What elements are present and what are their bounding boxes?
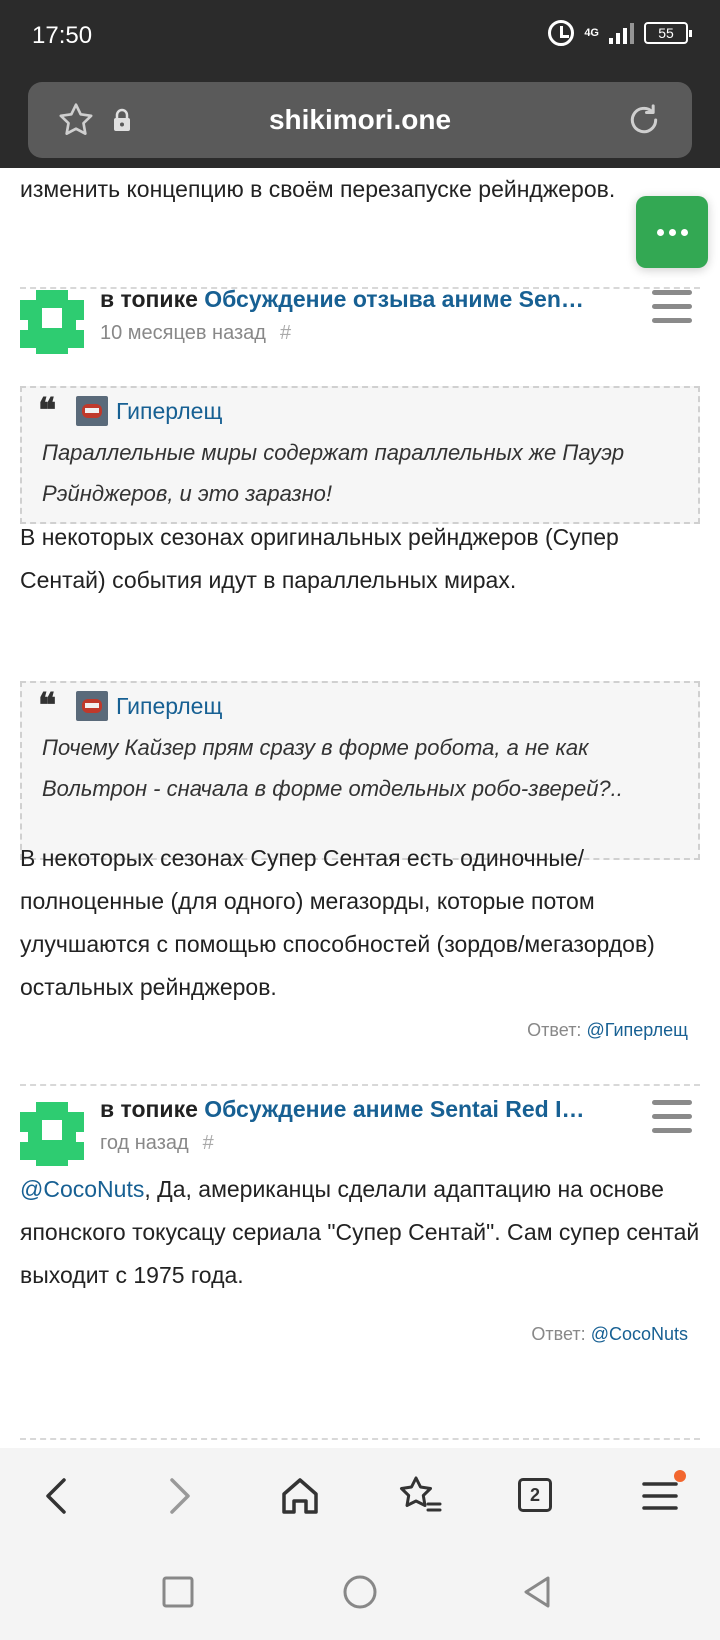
status-icons: 4G 55 (548, 20, 692, 46)
tabs-button[interactable]: 2 (512, 1468, 568, 1524)
topic-link[interactable]: Обсуждение аниме Sentai Red I… (204, 1096, 584, 1122)
comment-separator (20, 1438, 700, 1440)
dot-icon (668, 228, 676, 236)
reply-user-link[interactable]: @CocoNuts (591, 1324, 688, 1344)
dot-icon (680, 228, 688, 236)
comment-time[interactable]: год назад (100, 1132, 189, 1154)
system-back-icon[interactable] (518, 1572, 558, 1612)
more-options-button[interactable] (636, 196, 708, 268)
quote-text: Параллельные миры содержат параллельных … (42, 440, 625, 506)
avatar[interactable] (20, 290, 84, 354)
comment-menu-icon[interactable] (652, 290, 692, 324)
system-navigation-bar (0, 1544, 720, 1640)
reply-label: Ответ: (527, 1020, 582, 1040)
mention-link[interactable]: @CocoNuts (20, 1176, 144, 1202)
quote-marks-icon: ❝ (38, 686, 57, 726)
quote-user-link[interactable]: Гиперлещ (116, 693, 222, 720)
comment-time[interactable]: 10 месяцев назад (100, 322, 266, 344)
quote-header: ❝ Гиперлещ (38, 686, 222, 726)
comment-meta: год назад # (100, 1132, 214, 1155)
home-icon[interactable] (272, 1468, 328, 1524)
browser-top: 17:50 4G 55 shikimori.one (0, 0, 720, 168)
reply-line: Ответ: @Гиперлещ (527, 1020, 688, 1041)
quote-user-link[interactable]: Гиперлещ (116, 398, 222, 425)
home-circle-icon[interactable] (340, 1572, 380, 1612)
signal-icon (609, 22, 634, 44)
back-icon[interactable] (30, 1468, 86, 1524)
reply-label: Ответ: (531, 1324, 586, 1344)
browser-menu-icon[interactable] (632, 1468, 688, 1524)
alarm-icon (548, 20, 575, 46)
permalink-hash[interactable]: # (203, 1132, 214, 1154)
quote-header: ❝ Гиперлещ (38, 391, 222, 431)
quote-avatar[interactable] (76, 691, 108, 721)
network-type: 4G (584, 26, 599, 39)
quote-text: Почему Кайзер прям сразу в форме робота,… (42, 735, 623, 801)
comment-text-intro: изменить концепцию в своём перезапуске р… (20, 176, 616, 202)
reply-user-link[interactable]: @Гиперлещ (586, 1020, 688, 1040)
quote-avatar[interactable] (76, 396, 108, 426)
bookmarks-icon[interactable] (392, 1468, 448, 1524)
reload-icon[interactable] (624, 100, 664, 140)
address-bar[interactable]: shikimori.one (28, 82, 692, 158)
battery-icon: 55 (644, 22, 692, 44)
topic-link[interactable]: Обсуждение отзыва аниме Sen… (204, 286, 584, 312)
reply-line: Ответ: @CocoNuts (531, 1324, 688, 1345)
comment-text: @CocoNuts, Да, американцы сделали адапта… (20, 1168, 700, 1297)
recents-icon[interactable] (160, 1574, 196, 1610)
comment-menu-icon[interactable] (652, 1100, 692, 1134)
tabs-count: 2 (518, 1478, 552, 1512)
comment-meta: 10 месяцев назад # (100, 322, 291, 345)
dot-icon (656, 228, 664, 236)
quote-marks-icon: ❝ (38, 391, 57, 431)
comment-topic: в топике Обсуждение отзыва аниме Sen… (100, 286, 620, 313)
comment-text: В некоторых сезонах Супер Сентая есть од… (20, 845, 655, 1000)
topic-prefix: в топике (100, 286, 198, 312)
browser-bottom-bar: 2 (0, 1448, 720, 1544)
comment-separator (20, 1084, 700, 1086)
page-content: изменить концепцию в своём перезапуске р… (0, 168, 720, 1448)
quote-block: ❝ Гиперлещ Параллельные миры содержат па… (20, 386, 700, 524)
avatar[interactable] (20, 1102, 84, 1166)
comment-topic: в топике Обсуждение аниме Sentai Red I… (100, 1096, 620, 1123)
forward-icon[interactable] (150, 1468, 206, 1524)
quote-block: ❝ Гиперлещ Почему Кайзер прям сразу в фо… (20, 681, 700, 860)
comment-text: В некоторых сезонах оригинальных рейндже… (20, 524, 619, 593)
status-time: 17:50 (32, 22, 93, 49)
url-text[interactable]: shikimori.one (28, 104, 692, 136)
topic-prefix: в топике (100, 1096, 198, 1122)
permalink-hash[interactable]: # (280, 322, 291, 344)
